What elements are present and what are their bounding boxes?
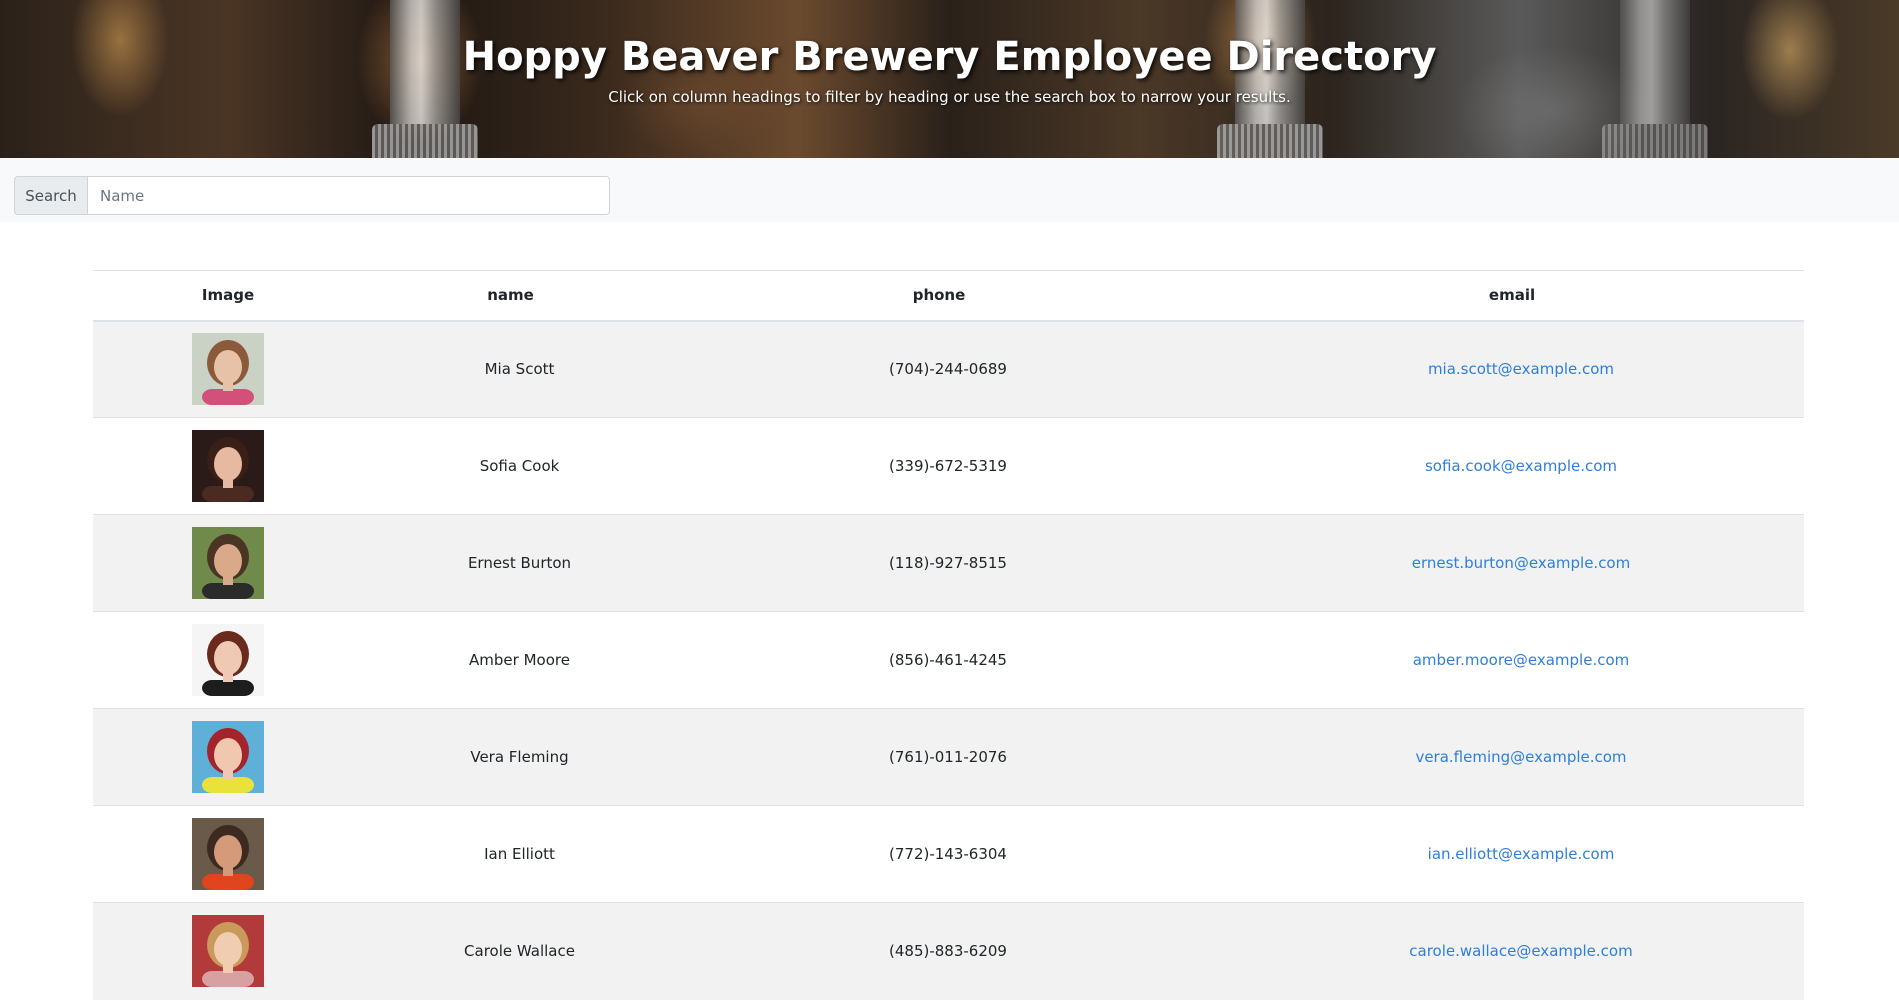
phone-cell: (772)-143-6304: [658, 805, 1220, 903]
email-link[interactable]: carole.wallace@example.com: [1409, 942, 1632, 960]
table-row: Amber Moore (856)-461-4245 amber.moore@exa…: [93, 611, 1804, 709]
avatar: [192, 915, 264, 988]
search-bar: Search: [0, 158, 1899, 222]
phone-cell: (485)-883-6209: [658, 902, 1220, 1000]
table-row: Carole Wallace (485)-883-6209 carole.walla…: [93, 902, 1804, 1000]
table-row: Mia Scott (704)-244-0689 mia.scott@example…: [93, 320, 1804, 418]
email-link[interactable]: sofia.cook@example.com: [1425, 457, 1617, 475]
image-cell: [93, 902, 363, 1000]
table-row: Sofia Cook (339)-672-5319 sofia.cook@examp…: [93, 417, 1804, 515]
name-cell: Carole Wallace: [363, 902, 658, 1000]
email-cell: carole.wallace@example.com: [1220, 902, 1804, 1000]
page-title: Hoppy Beaver Brewery Employee Directory: [462, 34, 1437, 80]
table-row: Ian Elliott (772)-143-6304 ian.elliott@exa…: [93, 805, 1804, 903]
name-cell: Ernest Burton: [363, 514, 658, 612]
column-header-phone[interactable]: phone: [658, 270, 1220, 322]
image-cell: [93, 805, 363, 903]
email-cell: amber.moore@example.com: [1220, 611, 1804, 709]
phone-cell: (118)-927-8515: [658, 514, 1220, 612]
name-cell: Amber Moore: [363, 611, 658, 709]
email-link[interactable]: ernest.burton@example.com: [1412, 554, 1630, 572]
avatar: [192, 333, 264, 406]
email-link[interactable]: amber.moore@example.com: [1413, 651, 1630, 669]
phone-cell: (339)-672-5319: [658, 417, 1220, 515]
header-banner: Hoppy Beaver Brewery Employee Directory …: [0, 0, 1899, 158]
email-link[interactable]: vera.fleming@example.com: [1415, 748, 1626, 766]
email-cell: ernest.burton@example.com: [1220, 514, 1804, 612]
phone-cell: (856)-461-4245: [658, 611, 1220, 709]
avatar: [192, 818, 264, 890]
email-link[interactable]: ian.elliott@example.com: [1428, 845, 1615, 863]
image-cell: [93, 514, 363, 612]
avatar: [192, 721, 264, 793]
search-label: Search: [14, 176, 87, 215]
avatar: [192, 527, 264, 599]
table-row: Ernest Burton (118)-927-8515 ernest.burton…: [93, 514, 1804, 612]
search-input[interactable]: [87, 176, 610, 215]
name-cell: Sofia Cook: [363, 417, 658, 515]
column-header-email[interactable]: email: [1220, 270, 1804, 322]
email-cell: ian.elliott@example.com: [1220, 805, 1804, 903]
employee-table: Image name phone email Mia Scott (704)-24…: [93, 270, 1804, 1000]
table-row: Vera Fleming (761)-011-2076 vera.fleming@e…: [93, 708, 1804, 806]
email-cell: mia.scott@example.com: [1220, 320, 1804, 418]
image-cell: [93, 708, 363, 806]
name-cell: Mia Scott: [363, 320, 658, 418]
email-cell: sofia.cook@example.com: [1220, 417, 1804, 515]
email-cell: vera.fleming@example.com: [1220, 708, 1804, 806]
name-cell: Vera Fleming: [363, 708, 658, 806]
phone-cell: (761)-011-2076: [658, 708, 1220, 806]
column-header-name[interactable]: name: [363, 270, 658, 322]
image-cell: [93, 611, 363, 709]
employee-table-container: Image name phone email Mia Scott (704)-24…: [93, 270, 1804, 1000]
page-subtitle: Click on column headings to filter by he…: [608, 88, 1291, 106]
phone-cell: (704)-244-0689: [658, 320, 1220, 418]
avatar: [192, 624, 264, 696]
email-link[interactable]: mia.scott@example.com: [1428, 360, 1614, 378]
name-cell: Ian Elliott: [363, 805, 658, 903]
image-cell: [93, 417, 363, 515]
column-header-image[interactable]: Image: [93, 270, 363, 322]
image-cell: [93, 320, 363, 418]
avatar: [192, 430, 264, 502]
table-header-row: Image name phone email: [93, 270, 1804, 322]
search-input-group: Search: [14, 176, 610, 215]
